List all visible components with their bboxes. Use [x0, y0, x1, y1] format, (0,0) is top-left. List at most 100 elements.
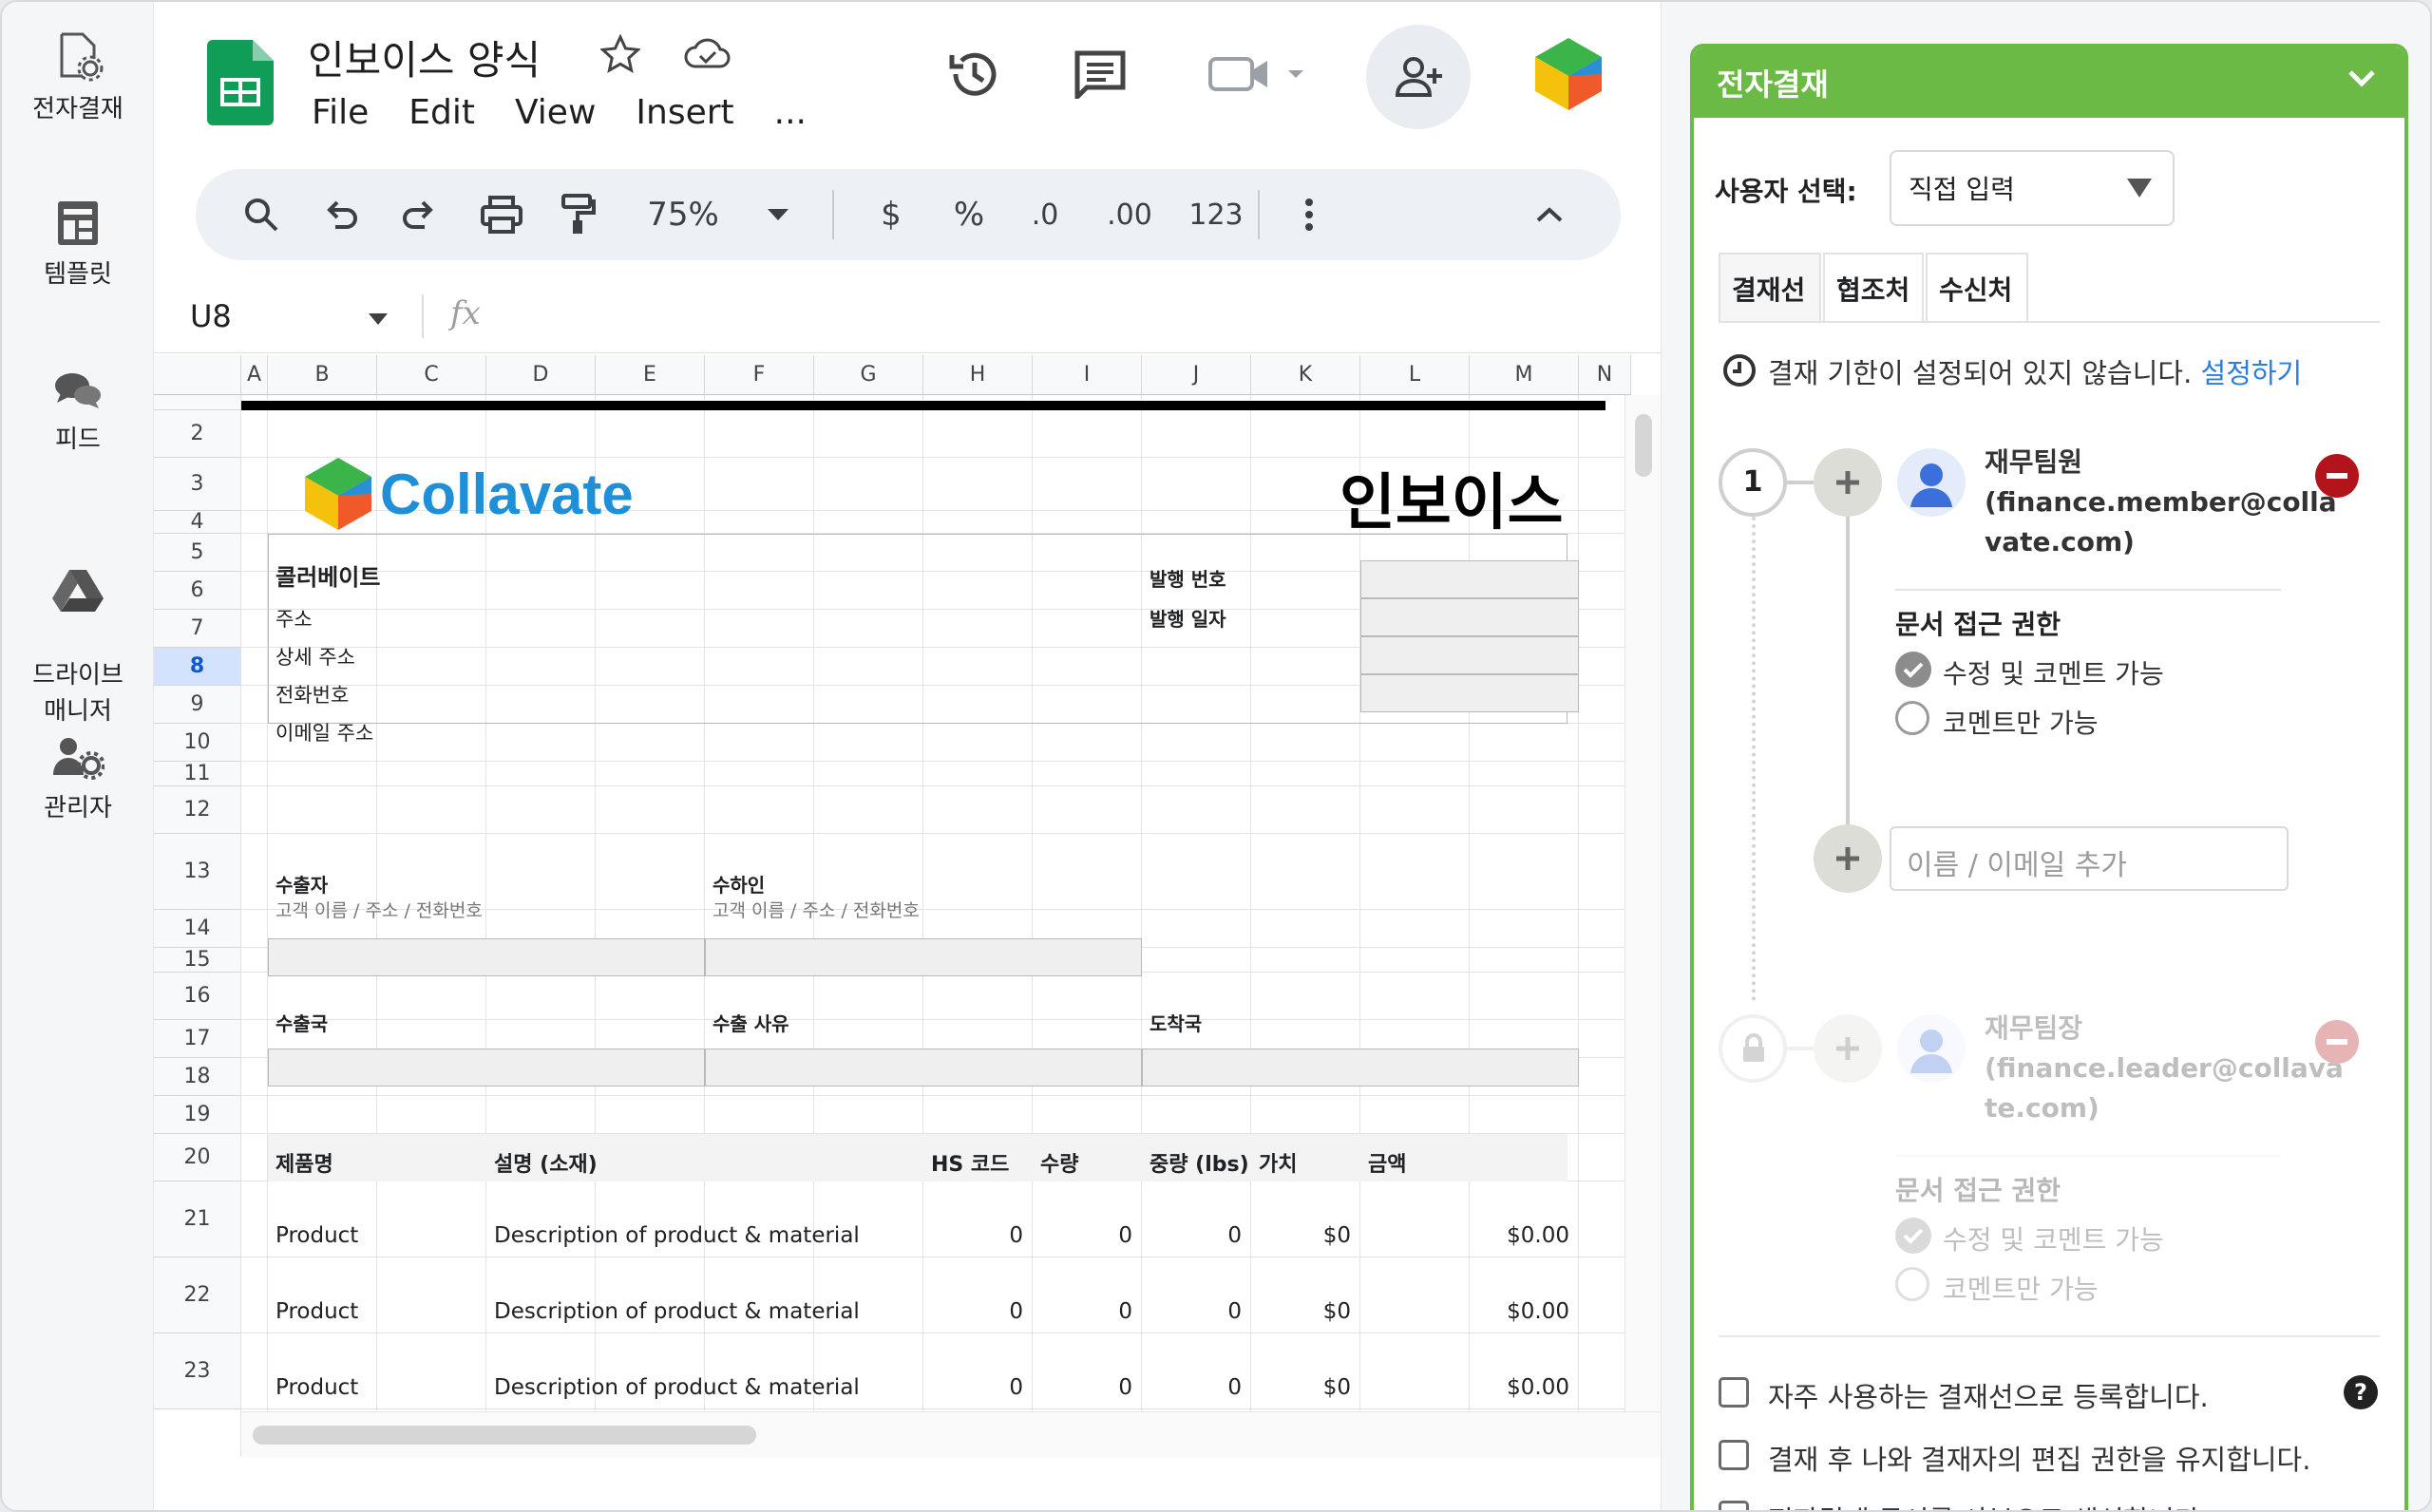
column-header[interactable]: H: [923, 355, 1033, 395]
redo-button[interactable]: [395, 169, 443, 260]
spreadsheet-grid[interactable]: A B C D E F G H I J K L M N 2 3 4 5 6 7 8 9 10 11 12 13 14 15 16 17 18…: [154, 355, 1661, 1457]
row-header[interactable]: 3: [154, 458, 241, 511]
column-header[interactable]: A: [241, 355, 268, 395]
rail-item-feed[interactable]: 피드: [2, 369, 154, 458]
undo-button[interactable]: [317, 169, 365, 260]
rail-item-templates[interactable]: 템플릿: [2, 198, 154, 293]
more-formats-button[interactable]: 123: [1178, 169, 1254, 260]
column-header[interactable]: C: [377, 355, 486, 395]
remove-approver-button[interactable]: [2315, 1020, 2359, 1064]
row-header[interactable]: 14: [154, 910, 241, 948]
row-header[interactable]: 12: [154, 786, 241, 834]
name-box[interactable]: U8: [190, 298, 232, 334]
row-header[interactable]: 20: [154, 1134, 241, 1181]
row-header[interactable]: 4: [154, 510, 241, 534]
caret-down-icon[interactable]: [369, 313, 388, 325]
tab-approval-line[interactable]: 결재선: [1719, 253, 1821, 323]
menu-file[interactable]: File: [312, 93, 369, 132]
horizontal-scrollbar[interactable]: [241, 1411, 1661, 1457]
row-header[interactable]: 8: [154, 648, 241, 686]
row-header[interactable]: 7: [154, 610, 241, 648]
row-header[interactable]: 16: [154, 973, 241, 1020]
vertical-scrollbar[interactable]: [1624, 395, 1661, 1411]
row-header[interactable]: 15: [154, 948, 241, 973]
column-header[interactable]: F: [705, 355, 814, 395]
scroll-thumb[interactable]: [253, 1426, 756, 1445]
zoom-dropdown[interactable]: [764, 169, 792, 260]
comments-icon[interactable]: [1074, 49, 1127, 99]
select-all-corner[interactable]: [154, 355, 241, 395]
document-title[interactable]: 인보이스 양식: [308, 28, 541, 86]
create-copy-checkbox[interactable]: [1719, 1501, 1749, 1510]
decrease-decimal-button[interactable]: .0: [1016, 169, 1074, 260]
row-header[interactable]: 23: [154, 1333, 241, 1409]
rail-item-drive-manager[interactable]: 드라이브 매니저: [2, 530, 154, 729]
issue-date-field[interactable]: [1360, 598, 1579, 636]
more-tools-button[interactable]: [1290, 169, 1328, 260]
add-approver-input[interactable]: 이름 / 이메일 추가: [1890, 826, 2289, 891]
row-header[interactable]: 6: [154, 572, 241, 610]
deadline-set-link[interactable]: 설정하기: [2201, 357, 2303, 389]
export-reason-field[interactable]: [705, 1049, 1142, 1087]
currency-button[interactable]: $: [870, 169, 912, 260]
google-sheets-icon[interactable]: [207, 40, 274, 125]
column-header[interactable]: J: [1142, 355, 1251, 395]
rail-item-approval[interactable]: 전자결재: [2, 28, 154, 127]
rail-item-admin[interactable]: 관리자: [2, 733, 154, 826]
row-header[interactable]: 17: [154, 1020, 241, 1058]
consignee-field[interactable]: [705, 938, 1142, 976]
access-edit-radio[interactable]: [1895, 652, 1931, 688]
chevron-down-icon[interactable]: [2347, 68, 2376, 87]
column-header[interactable]: M: [1470, 355, 1579, 395]
invoice-number-field[interactable]: [1360, 560, 1579, 598]
menu-view[interactable]: View: [515, 93, 596, 132]
row-header[interactable]: 5: [154, 534, 241, 572]
access-edit-radio[interactable]: [1895, 1218, 1931, 1254]
column-header[interactable]: E: [596, 355, 705, 395]
column-header[interactable]: N: [1579, 355, 1631, 395]
tab-recipients[interactable]: 수신처: [1926, 253, 2028, 323]
zoom-select[interactable]: 75%: [640, 169, 726, 260]
column-header[interactable]: I: [1033, 355, 1142, 395]
share-button[interactable]: [1366, 25, 1471, 129]
add-approver-button[interactable]: [1814, 448, 1882, 517]
collapse-toolbar-button[interactable]: [1526, 169, 1573, 260]
tab-cooperation[interactable]: 협조처: [1823, 253, 1924, 323]
row-header[interactable]: 21: [154, 1181, 241, 1257]
row-header[interactable]: 22: [154, 1257, 241, 1333]
column-header[interactable]: L: [1360, 355, 1470, 395]
meet-icon[interactable]: [1208, 53, 1313, 95]
scroll-thumb[interactable]: [1635, 414, 1652, 477]
extra-field-2[interactable]: [1360, 674, 1579, 712]
remove-approver-button[interactable]: [2315, 454, 2359, 498]
collavate-logo-icon[interactable]: [1535, 38, 1602, 110]
save-approval-line-checkbox[interactable]: [1719, 1377, 1749, 1408]
user-select-dropdown[interactable]: 직접 입력: [1890, 150, 2175, 226]
print-button[interactable]: [477, 169, 526, 260]
destination-field[interactable]: [1142, 1049, 1579, 1087]
row-header[interactable]: 19: [154, 1096, 241, 1134]
exporter-field[interactable]: [268, 938, 705, 976]
row-header[interactable]: [154, 395, 241, 410]
keep-edit-permission-checkbox[interactable]: [1719, 1440, 1749, 1470]
extra-field[interactable]: [1360, 636, 1579, 674]
column-header[interactable]: B: [268, 355, 377, 395]
paint-format-button[interactable]: [555, 169, 602, 260]
column-header[interactable]: K: [1251, 355, 1360, 395]
menu-more[interactable]: ...: [774, 93, 807, 132]
cloud-saved-icon[interactable]: [684, 36, 732, 72]
formula-input[interactable]: [515, 298, 1636, 336]
help-icon[interactable]: ?: [2344, 1375, 2378, 1409]
row-header[interactable]: 9: [154, 686, 241, 724]
version-history-icon[interactable]: [946, 47, 1003, 101]
row-header[interactable]: 18: [154, 1058, 241, 1096]
add-approver-button[interactable]: [1814, 824, 1882, 893]
percent-button[interactable]: %: [948, 169, 990, 260]
menu-edit[interactable]: Edit: [408, 93, 475, 132]
access-comment-radio[interactable]: [1895, 1267, 1929, 1301]
column-header[interactable]: G: [814, 355, 923, 395]
access-comment-radio[interactable]: [1895, 701, 1929, 735]
increase-decimal-button[interactable]: .00: [1096, 169, 1163, 260]
star-icon[interactable]: [600, 34, 640, 74]
row-header[interactable]: 13: [154, 834, 241, 910]
